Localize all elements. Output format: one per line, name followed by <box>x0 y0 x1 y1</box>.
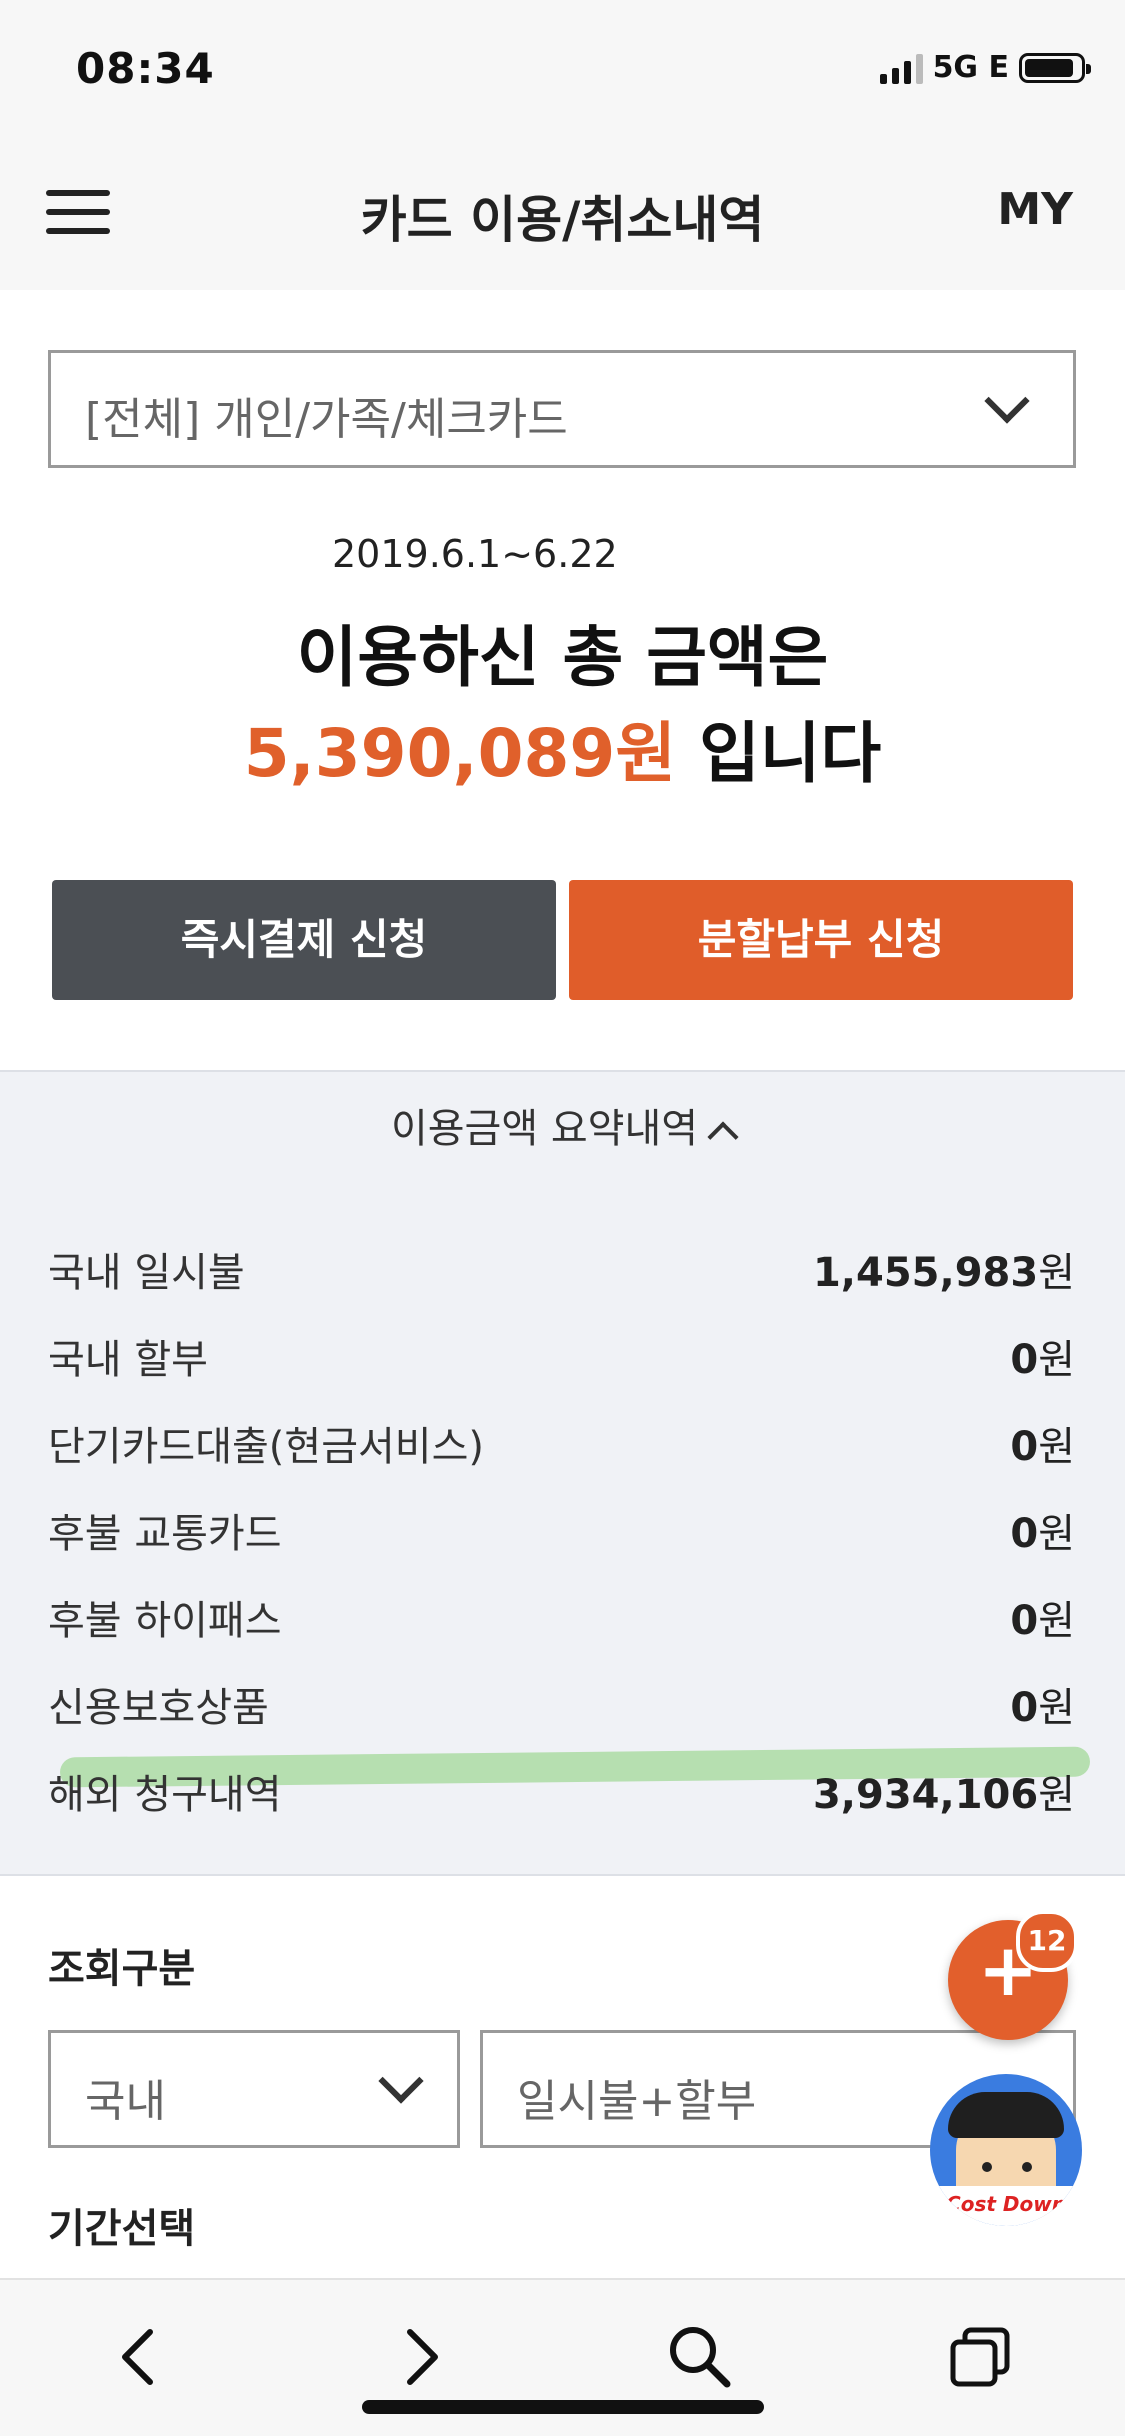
summary-row: 국내 할부 0원 <box>48 1327 1075 1387</box>
my-button[interactable]: MY <box>997 184 1073 235</box>
query-type-label: 조회구분 <box>48 1946 196 1992</box>
summary-toggle-label: 이용금액 요약내역 <box>390 1106 699 1152</box>
summary-row-label: 후불 교통카드 <box>48 1511 282 1557</box>
summary-row-value: 3,934,106원 <box>812 1772 1075 1818</box>
status-bar: 08:34 5G E <box>0 0 1125 140</box>
summary-row: 신용보호상품 0원 <box>48 1675 1075 1735</box>
summary-row-value: 0원 <box>1010 1598 1075 1644</box>
mascot-hat <box>948 2092 1064 2138</box>
payment-type-value: 일시불+할부 <box>517 2076 757 2127</box>
card-type-select[interactable]: [전체] 개인/가족/체크카드 <box>48 350 1076 468</box>
installment-button[interactable]: 분할납부 신청 <box>569 880 1073 1000</box>
forward-icon[interactable] <box>385 2322 455 2392</box>
summary-row-label: 신용보호상품 <box>48 1685 269 1731</box>
status-indicators: 5G E <box>879 50 1091 85</box>
summary-row-value: 0원 <box>1010 1685 1075 1731</box>
network-label: 5G E <box>932 50 1009 85</box>
summary-row-label: 단기카드대출(현금서비스) <box>48 1424 485 1470</box>
card-type-value: [전체] 개인/가족/체크카드 <box>85 394 568 445</box>
summary-row-value: 0원 <box>1010 1511 1075 1557</box>
summary-row-label: 국내 일시불 <box>48 1250 245 1296</box>
status-time: 08:34 <box>76 44 215 93</box>
region-select-value: 국내 <box>85 2076 166 2127</box>
summary-row: 단기카드대출(현금서비스) 0원 <box>48 1414 1075 1474</box>
summary-row-label: 후불 하이패스 <box>48 1598 282 1644</box>
summary-row-label: 국내 할부 <box>48 1337 208 1383</box>
chevron-down-icon <box>984 378 1030 424</box>
chevron-down-icon <box>378 2058 424 2104</box>
summary-row-value: 1,455,983원 <box>812 1250 1075 1296</box>
total-amount: 5,390,089원 <box>243 715 677 792</box>
page-title: 카드 이용/취소내역 <box>360 191 765 249</box>
summary-toggle[interactable]: 이용금액 요약내역 <box>0 1096 1125 1154</box>
period-range: 2019.6.1~6.22 <box>332 532 618 576</box>
mascot-label: Cost Down <box>930 2186 1082 2226</box>
tabs-icon[interactable] <box>945 2322 1015 2392</box>
signal-icon <box>879 52 923 84</box>
instant-pay-button[interactable]: 즉시결제 신청 <box>52 880 556 1000</box>
total-amount-line: 5,390,089원 입니다 <box>0 700 1125 796</box>
total-suffix: 입니다 <box>699 715 882 792</box>
cost-down-mascot[interactable]: Cost Down <box>930 2074 1082 2226</box>
summary-row: 후불 하이패스 0원 <box>48 1588 1075 1648</box>
search-icon[interactable] <box>665 2322 735 2392</box>
summary-row: 해외 청구내역 3,934,106원 <box>48 1762 1075 1822</box>
period-select-label: 기간선택 <box>48 2206 196 2252</box>
total-heading: 이용하신 총 금액은 <box>296 619 829 696</box>
mascot-eye <box>1022 2162 1032 2172</box>
summary-row-label: 해외 청구내역 <box>48 1772 282 1818</box>
back-icon[interactable] <box>105 2322 175 2392</box>
region-select[interactable]: 국내 <box>48 2030 460 2148</box>
summary-row: 국내 일시불 1,455,983원 <box>48 1240 1075 1300</box>
battery-icon <box>1019 52 1091 83</box>
chevron-up-icon <box>707 1121 739 1153</box>
summary-row-value: 0원 <box>1010 1424 1075 1470</box>
summary-row-value: 0원 <box>1010 1337 1075 1383</box>
summary-row: 후불 교통카드 0원 <box>48 1501 1075 1561</box>
mascot-eye <box>982 2162 992 2172</box>
nav-header: 카드 이용/취소내역 MY <box>0 140 1125 290</box>
notification-badge: 12 <box>1016 1910 1078 1972</box>
home-indicator <box>362 2400 764 2414</box>
